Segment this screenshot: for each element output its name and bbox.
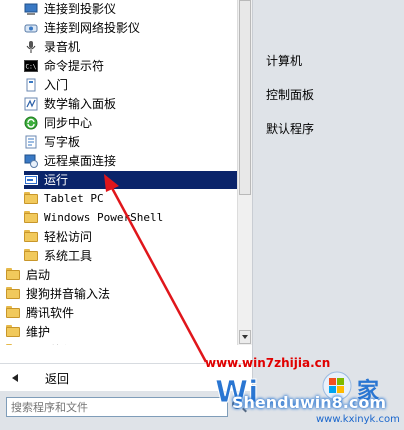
program-label: 轻松访问 (44, 230, 93, 244)
microphone-icon (24, 40, 38, 54)
program-item[interactable]: 搜狗拼音输入法 (6, 285, 237, 303)
scrollbar-thumb[interactable] (239, 0, 251, 195)
getting-started-icon (24, 78, 38, 92)
computer-link[interactable]: 计算机 (266, 52, 302, 69)
program-label: 同步中心 (44, 116, 93, 130)
svg-text:C:\: C:\ (26, 64, 37, 71)
wordpad-icon (24, 135, 38, 149)
program-label: 维护 (26, 325, 51, 339)
program-item[interactable]: 入门 (24, 76, 237, 94)
command-prompt-icon: C:\ (24, 59, 38, 73)
program-label: 腾讯软件 (26, 306, 75, 320)
back-label: 返回 (45, 372, 70, 386)
program-item[interactable]: 轻松访问 (24, 228, 237, 246)
program-label: Tablet PC (44, 192, 104, 205)
program-list-scrollbar[interactable] (237, 0, 252, 345)
program-item[interactable]: 连接到投影仪 (24, 0, 237, 18)
program-run[interactable]: 运行 (24, 171, 237, 189)
sync-center-icon (24, 116, 38, 130)
run-icon (24, 173, 38, 187)
program-item[interactable]: C:\ 命令提示符 (24, 57, 237, 75)
folder-icon (24, 192, 38, 206)
program-label: 系统工具 (44, 249, 93, 263)
folder-icon (6, 344, 20, 345)
folder-icon (6, 306, 20, 320)
program-label: 迅雷软件 (26, 342, 74, 345)
folder-icon (6, 325, 20, 339)
program-label: 远程桌面连接 (44, 154, 117, 168)
scroll-down-button[interactable] (239, 330, 251, 344)
remote-desktop-icon (24, 154, 38, 168)
program-list: 连接到投影仪连接到网络投影仪 录音机 C:\ 命令提示符入门数学输入面板 同步中心写字板… (0, 0, 237, 345)
program-item[interactable]: 远程桌面连接 (24, 152, 237, 170)
folder-icon (24, 211, 38, 225)
program-item[interactable]: 同步中心 (24, 114, 237, 132)
folder-icon (24, 249, 38, 263)
program-label: 连接到投影仪 (44, 2, 117, 16)
program-item[interactable]: 系统工具 (24, 247, 237, 265)
projector-icon (24, 2, 38, 16)
program-item[interactable]: Windows PowerShell (24, 209, 237, 227)
program-label: 录音机 (44, 40, 81, 54)
program-item[interactable]: Tablet PC (24, 190, 237, 208)
back-arrow-icon (12, 374, 18, 382)
start-menu-right-panel: 计算机 控制面板 默认程序 (253, 0, 404, 391)
program-item[interactable]: 数学输入面板 (24, 95, 237, 113)
program-label: 启动 (26, 268, 51, 282)
watermark-url: www.win7zhijia.cn (205, 356, 331, 370)
folder-icon (6, 287, 20, 301)
program-label: 数学输入面板 (44, 97, 117, 111)
chevron-down-icon (242, 335, 248, 339)
control-panel-link[interactable]: 控制面板 (266, 86, 314, 103)
program-label: 运行 (44, 173, 69, 187)
program-label: 入门 (44, 78, 69, 92)
network-projector-icon (24, 21, 38, 35)
program-label: 搜狗拼音输入法 (26, 287, 111, 301)
program-label: Windows PowerShell (44, 211, 164, 224)
program-label: 连接到网络投影仪 (44, 21, 141, 35)
watermark-brand: Shenduwin8.com (232, 393, 387, 412)
program-label: 写字板 (44, 135, 81, 149)
math-input-icon (24, 97, 38, 111)
program-item[interactable]: 启动 (6, 266, 237, 284)
program-label: 命令提示符 (44, 59, 105, 73)
folder-icon (6, 268, 20, 282)
program-item[interactable]: 写字板 (24, 133, 237, 151)
watermark-brand-url: www.kxinyk.com (316, 414, 400, 425)
folder-icon (24, 230, 38, 244)
program-item[interactable]: 腾讯软件 (6, 304, 237, 322)
program-item[interactable]: 维护 (6, 323, 237, 341)
program-item[interactable]: 迅雷软件 (6, 342, 237, 345)
default-programs-link[interactable]: 默认程序 (266, 120, 314, 137)
program-item[interactable]: 连接到网络投影仪 (24, 19, 237, 37)
program-item[interactable]: 录音机 (24, 38, 237, 56)
